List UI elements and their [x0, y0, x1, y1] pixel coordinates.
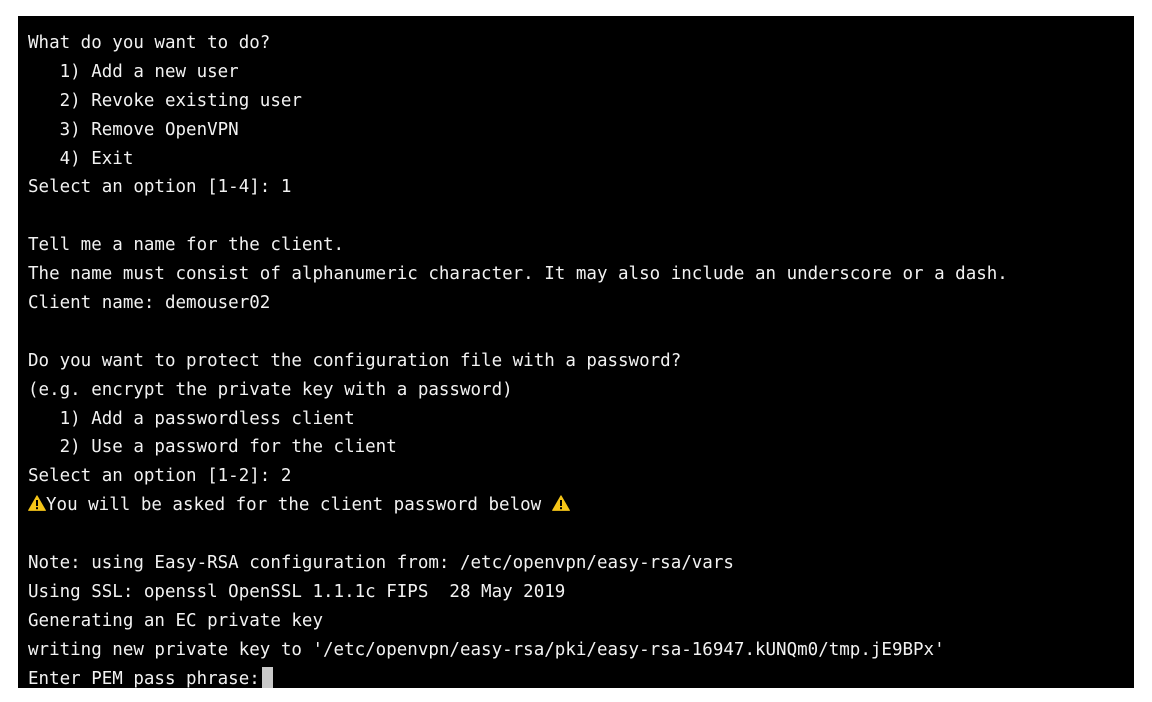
- client-name-prompt-line: Tell me a name for the client.: [28, 235, 345, 256]
- warning-icon: [551, 495, 570, 512]
- ssl-version-line: Using SSL: openssl OpenSSL 1.1.1c FIPS 2…: [28, 581, 566, 602]
- menu-option-add-user: 1) Add a new user: [28, 61, 239, 82]
- select-option-line: Select an option [1-4]: 1: [28, 177, 292, 198]
- warning-text: You will be asked for the client passwor…: [46, 495, 552, 516]
- password-question-line: Do you want to protect the configuration…: [28, 350, 682, 371]
- select-option-line: Select an option [1-2]: 2: [28, 466, 292, 487]
- pass-phrase-prompt-line[interactable]: Enter PEM pass phrase:: [28, 665, 1134, 688]
- client-name-line: Client name: demouser02: [28, 293, 271, 314]
- writing-key-line: writing new private key to '/etc/openvpn…: [28, 639, 945, 660]
- warning-icon: [28, 495, 46, 512]
- menu-option-remove-openvpn: 3) Remove OpenVPN: [28, 119, 239, 140]
- text-cursor[interactable]: [261, 666, 273, 688]
- menu-option-revoke-user: 2) Revoke existing user: [28, 90, 302, 111]
- password-hint-line: (e.g. encrypt the private key with a pas…: [28, 379, 513, 400]
- client-name-rules-line: The name must consist of alphanumeric ch…: [28, 264, 1008, 285]
- warning-line: You will be asked for the client passwor…: [28, 491, 1134, 520]
- generating-key-line: Generating an EC private key: [28, 610, 324, 631]
- pass-phrase-prompt: Enter PEM pass phrase:: [28, 668, 260, 688]
- easyrsa-note-line: Note: using Easy-RSA configuration from:…: [28, 553, 734, 574]
- option-password-client: 2) Use a password for the client: [28, 437, 397, 458]
- option-passwordless-client: 1) Add a passwordless client: [28, 408, 355, 429]
- menu-option-exit: 4) Exit: [28, 148, 134, 169]
- terminal-line: What do you want to do?: [28, 33, 271, 53]
- terminal-window[interactable]: What do you want to do? 1) Add a new use…: [18, 16, 1134, 688]
